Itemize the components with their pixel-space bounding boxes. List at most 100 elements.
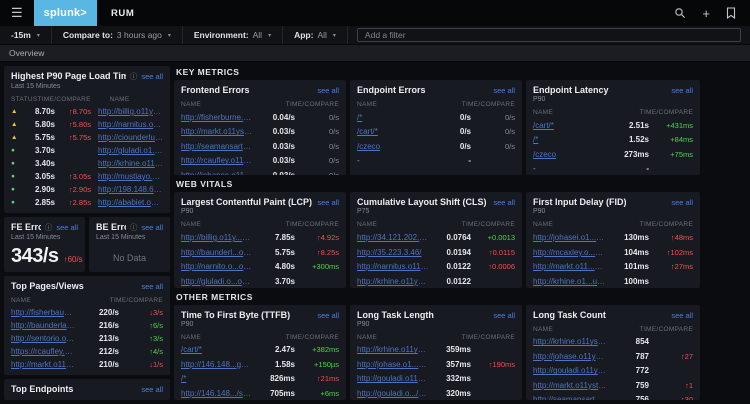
url-link[interactable]: http://146.148...go-bkinsk-smolli.png: [181, 360, 253, 369]
url-link[interactable]: /cart/*: [533, 121, 607, 130]
url-link[interactable]: http://fisherburne.o11ystore.com/cart: [181, 113, 253, 122]
info-icon[interactable]: ⓘ: [45, 222, 53, 233]
url-link[interactable]: http://baunderl...om/cart/checkout: [181, 248, 253, 257]
url-link[interactable]: http://krhine.o11ystore.com/: [533, 337, 607, 346]
page-url-link[interactable]: http://krhine.o11...com/cart/checkout: [98, 159, 163, 168]
see-all-link[interactable]: see all: [493, 198, 515, 207]
info-icon[interactable]: ⓘ: [130, 222, 138, 233]
url-link[interactable]: http://seamansart.o11ystore.com/cart: [181, 142, 253, 151]
url-link[interactable]: http://fisherbaume.o11ystore.com/: [11, 308, 77, 317]
see-all-link[interactable]: see all: [671, 86, 693, 95]
url-link[interactable]: http://johasei.o1...uct/NEVCHSJ9UP: [533, 233, 607, 242]
url-link[interactable]: http://narnitus.o11ystore.com/: [357, 262, 429, 271]
url-link[interactable]: http://seamansart.o11ystore.com/: [533, 395, 607, 400]
panel-title: Top Pages/Views: [11, 281, 84, 291]
value: 0.04/s: [253, 113, 295, 122]
url-link[interactable]: http://markt.o11ystore.com/cart: [181, 127, 253, 136]
page-load-row: ●2.90s↑2.90shttp://198.148.63.16:8080/ri…: [11, 183, 163, 196]
time-range-picker[interactable]: -15m ▾: [0, 26, 52, 44]
url-link[interactable]: http://johanse.o11ystore.com/cart: [181, 171, 253, 176]
page-url-link[interactable]: http://ciounderlu...com/cart/checkout: [98, 133, 163, 142]
time-range-label: Last 15 Minutes: [11, 83, 163, 90]
environment-picker[interactable]: Environment: All ▾: [183, 26, 283, 44]
see-all-link[interactable]: see all: [56, 223, 78, 232]
url-link[interactable]: http://35.223.3.46/: [357, 248, 429, 257]
tab-overview[interactable]: Overview: [9, 48, 44, 58]
value: 332ms: [429, 374, 471, 383]
metric-row: --: [357, 168, 515, 175]
url-link[interactable]: http://sentorio.o11ystore.com/: [11, 334, 77, 343]
add-icon[interactable]: +: [702, 7, 710, 20]
url-link[interactable]: http://markt.o11...uct/Z7ZYPJ3GM7N: [533, 262, 607, 271]
hamburger-menu-icon[interactable]: ☰: [0, 5, 34, 21]
page-url-link[interactable]: http://ababiet.o1...com/cart/checkout: [98, 198, 163, 207]
url-link[interactable]: /czeco: [533, 150, 607, 159]
url-link[interactable]: /*: [181, 374, 253, 383]
see-all-link[interactable]: see all: [317, 86, 339, 95]
url-link[interactable]: /*: [357, 113, 429, 122]
page-url-link[interactable]: http://198.148.63.16:8080/river/ein: [98, 185, 163, 194]
url-link[interactable]: http://gouladi.o11ystore.com/: [357, 374, 429, 383]
section-label: KEY METRICS: [176, 67, 746, 77]
url-link[interactable]: http://gouladi.o11ystore.com/: [533, 366, 607, 375]
compare-value: 3 hours ago: [117, 30, 162, 40]
section-label: OTHER METRICS: [176, 292, 746, 302]
compare-value: ↑0.0006: [471, 262, 515, 271]
metric-row: http://narnitus.o11ystore.com/0.0122↑0.0…: [357, 259, 515, 274]
url-link[interactable]: /czeco: [357, 142, 429, 151]
url-link[interactable]: http://markt.o11ystore.com/: [11, 360, 77, 369]
compare-to-picker[interactable]: Compare to: 3 hours ago ▾: [52, 26, 183, 44]
panel-title: Frontend Errors: [181, 85, 250, 95]
url-link[interactable]: http://krhine.o1...u/TT9WWW1N4Q: [533, 277, 607, 286]
url-link[interactable]: http://146.148.../static/js/elright.js: [181, 389, 253, 398]
url-link[interactable]: http://johase.o11ystore.com/: [533, 352, 607, 361]
filter-input[interactable]: [357, 28, 741, 42]
url-link[interactable]: /*: [533, 135, 607, 144]
empty-name: -: [533, 164, 607, 173]
panel-header: Cumulative Layout Shift (CLS)see all: [357, 197, 515, 207]
see-all-link[interactable]: see all: [141, 385, 163, 394]
url-link[interactable]: http://gluladi.o...om/cart/checkout: [181, 277, 253, 286]
see-all-link[interactable]: see all: [141, 282, 163, 291]
see-all-link[interactable]: see all: [493, 311, 515, 320]
url-link[interactable]: https://rcaufley.o11ystore.com/: [11, 347, 77, 356]
url-link[interactable]: http://billig.o11y...om/cart/checkout: [181, 233, 253, 242]
compare-value: 0/s: [295, 142, 339, 151]
url-link[interactable]: http://rcaufley.o11ystore.com/cart: [181, 156, 253, 165]
splunk-logo[interactable]: splunk>: [34, 0, 97, 26]
column-headers: Name Time/Compare: [11, 297, 163, 304]
app-picker[interactable]: App: All ▾: [283, 26, 348, 44]
page-url-link[interactable]: http://gluladi.o1...com/cart/checkout: [98, 146, 163, 155]
page-url-link[interactable]: http://narnitus.o1...com/cart/checkout: [98, 120, 163, 129]
page-url-link[interactable]: http://billig.o11ysto...com/cart/checkou…: [98, 107, 163, 116]
see-all-link[interactable]: see all: [671, 311, 693, 320]
url-link[interactable]: http://mcaxley.o...uct/7DLJCE9PC77: [533, 248, 607, 257]
url-link[interactable]: http://baunderlach.o11ystore.com/: [11, 321, 77, 330]
see-all-link[interactable]: see all: [141, 72, 163, 81]
errors-row: FE Errors ⓘ see all Last 15 Minutes 343/…: [4, 217, 170, 272]
url-link[interactable]: http://krhine.o11ystore.com/: [357, 277, 429, 286]
see-all-link[interactable]: see all: [317, 311, 339, 320]
see-all-link[interactable]: see all: [671, 198, 693, 207]
info-icon[interactable]: ⓘ: [130, 71, 138, 82]
bookmark-icon[interactable]: [726, 7, 736, 19]
no-data-label: No Data: [96, 241, 163, 267]
percentile-label: P90: [533, 208, 693, 215]
metrics-main: KEY METRICSFrontend Errorssee allNameTim…: [174, 66, 746, 400]
url-link[interactable]: http://gouladi.o.../uct/NSIGT8TCJ6: [357, 389, 429, 398]
see-all-link[interactable]: see all: [317, 198, 339, 207]
see-all-link[interactable]: see all: [493, 86, 515, 95]
see-all-link[interactable]: see all: [141, 223, 163, 232]
url-link[interactable]: /cart/*: [181, 345, 253, 354]
url-link[interactable]: http://markt.o11ystore.com/: [533, 381, 607, 390]
url-link[interactable]: http://narnito.o...om/cart/checkout: [181, 262, 253, 271]
compare-value: +150µs: [295, 360, 339, 369]
value: 220/s: [77, 308, 119, 317]
url-link[interactable]: /cart/*: [357, 127, 429, 136]
page-url-link[interactable]: http://mustiayo.1...com/cart/checkout: [98, 172, 163, 181]
search-icon[interactable]: [674, 7, 686, 19]
url-link[interactable]: http://johase.o1...uct/GPUK6VYEV6: [357, 360, 429, 369]
page-load-row: ●3.40shttp://krhine.o11...com/cart/check…: [11, 157, 163, 170]
url-link[interactable]: http://krhine.o11ystore.com/: [357, 345, 429, 354]
url-link[interactable]: http://34.121.202.239/: [357, 233, 429, 242]
